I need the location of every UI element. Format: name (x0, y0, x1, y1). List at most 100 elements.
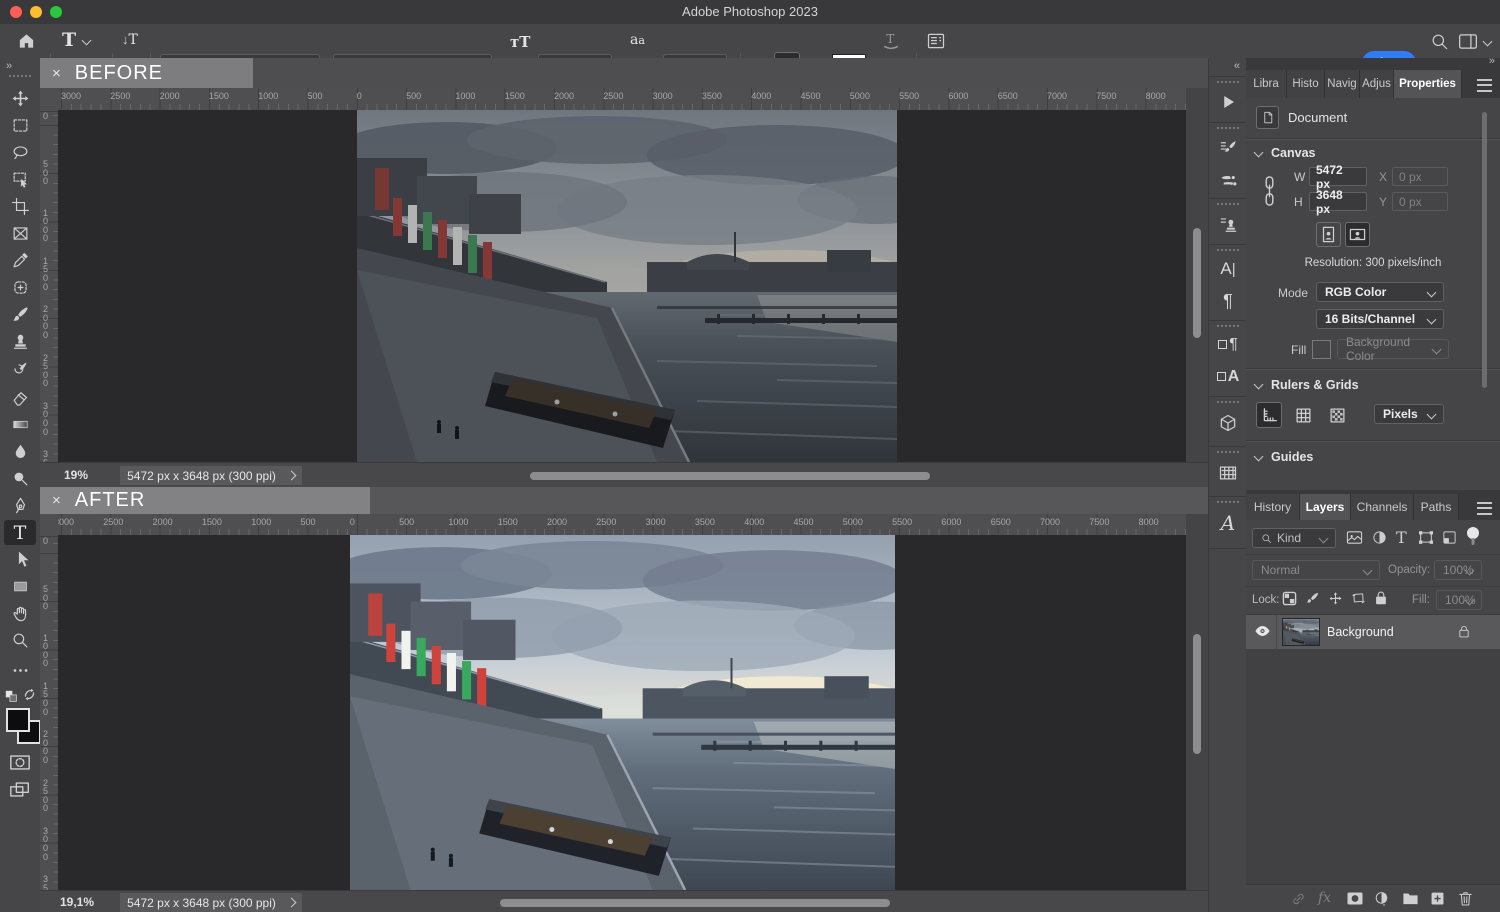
horizontal-ruler[interactable]: 3000250020001500100050005001000150020002… (58, 88, 1208, 111)
tab-properties[interactable]: Properties (1394, 70, 1462, 98)
filter-image-layers-button[interactable] (1346, 530, 1363, 550)
rectangular-marquee-tool[interactable] (4, 113, 36, 138)
gradient-tool[interactable] (4, 412, 36, 437)
after-horizontal-scroll-thumb[interactable] (500, 899, 890, 907)
tab-paths[interactable]: Paths (1414, 494, 1459, 520)
collapse-panels-icon[interactable]: » (1489, 55, 1494, 67)
layer-thumbnail[interactable] (1283, 619, 1319, 645)
default-colors-button[interactable] (5, 690, 18, 708)
ruler-origin-corner[interactable] (40, 88, 59, 111)
lasso-tool[interactable] (4, 140, 36, 165)
actions-panel-button[interactable] (1212, 86, 1244, 118)
portrait-orientation-button[interactable] (1316, 222, 1341, 247)
foreground-color-swatch[interactable] (6, 708, 30, 732)
tab-channels[interactable]: Channels (1351, 494, 1414, 520)
tab-libraries[interactable]: Libra (1246, 70, 1287, 98)
brush-tool[interactable] (4, 302, 36, 327)
after-vertical-scroll-thumb[interactable] (1193, 634, 1201, 754)
filter-smart-objects-button[interactable] (1442, 530, 1457, 550)
crop-tool[interactable] (4, 194, 36, 219)
character-styles-panel-button[interactable]: A (1212, 362, 1244, 392)
clone-stamp-tool[interactable] (4, 329, 36, 354)
brush-settings-panel-button[interactable] (1212, 132, 1244, 162)
edit-toolbar-button[interactable] (4, 658, 36, 683)
blur-tool[interactable] (4, 439, 36, 464)
landscape-orientation-button[interactable] (1345, 222, 1370, 247)
path-selection-tool[interactable] (4, 547, 36, 572)
paragraph-styles-panel-button[interactable]: ¶ (1212, 330, 1244, 360)
height-input[interactable]: 3648 px (1309, 192, 1367, 211)
layer-visibility-toggle[interactable] (1254, 624, 1271, 643)
expand-dock-icon[interactable]: « (1234, 60, 1239, 72)
type-tool-preset[interactable]: T (62, 29, 90, 51)
guides-section-header[interactable]: Guides (1255, 450, 1313, 464)
canvas-fill-swatch[interactable] (1312, 340, 1331, 359)
swap-colors-button[interactable] (23, 688, 36, 706)
filter-shape-layers-button[interactable] (1418, 530, 1434, 550)
after-canvas-area[interactable] (58, 535, 1186, 890)
width-input[interactable]: 5472 px (1309, 167, 1367, 186)
properties-scrollbar[interactable] (1482, 112, 1487, 388)
home-button[interactable] (16, 31, 37, 56)
before-canvas-area[interactable] (58, 110, 1186, 462)
layer-filter-kind-select[interactable]: Kind (1252, 528, 1336, 548)
zoom-tool[interactable] (4, 628, 36, 653)
link-dimensions-button[interactable] (1262, 174, 1277, 213)
search-button[interactable] (1430, 32, 1449, 56)
lock-pixels-button[interactable] (1305, 591, 1320, 611)
glyphs-panel-button[interactable]: A (1212, 506, 1244, 540)
after-vertical-scroll-track[interactable] (1186, 514, 1208, 890)
layer-lock-badge[interactable] (1458, 624, 1470, 644)
ruler-units-select[interactable]: Pixels (1374, 404, 1444, 424)
dodge-tool[interactable] (4, 466, 36, 491)
after-photo[interactable] (350, 535, 895, 890)
close-tab-icon[interactable]: × (52, 65, 61, 82)
character-panel-button[interactable]: A| (1212, 254, 1244, 284)
hand-tool[interactable] (4, 601, 36, 626)
after-dimensions-box[interactable]: 5472 px x 3648 px (300 ppi) (120, 893, 302, 912)
vertical-ruler[interactable]: 0500100015002000250030003500 (40, 535, 59, 890)
3d-panel-button[interactable] (1212, 406, 1244, 440)
move-tool[interactable] (4, 86, 36, 111)
new-layer-button[interactable] (1430, 891, 1445, 911)
object-selection-tool[interactable] (4, 167, 36, 192)
layer-list-empty-area[interactable] (1246, 649, 1500, 884)
canvas-section-header[interactable]: Canvas (1255, 146, 1315, 160)
toggle-panels-button[interactable] (926, 31, 946, 56)
paragraph-panel-button[interactable]: ¶ (1212, 286, 1244, 316)
layer-name[interactable]: Background (1327, 625, 1394, 639)
lock-position-button[interactable] (1328, 591, 1343, 611)
eraser-tool[interactable] (4, 385, 36, 410)
before-dimensions-box[interactable]: 5472 px x 3648 px (300 ppi) (120, 466, 302, 485)
vertical-ruler[interactable]: 0500100015002000250030003500 (40, 110, 59, 462)
lock-all-button[interactable] (1374, 590, 1388, 611)
color-mode-select[interactable]: RGB Color (1316, 282, 1444, 302)
frame-tool[interactable] (4, 221, 36, 246)
text-orientation-button[interactable]: ↓T (122, 32, 138, 48)
panel-menu-button[interactable] (1477, 79, 1492, 92)
filter-type-layers-button[interactable]: T (1396, 528, 1407, 547)
after-zoom-level[interactable]: 19,1% (60, 895, 94, 909)
link-layers-button[interactable] (1290, 891, 1307, 912)
timeline-panel-button[interactable] (1212, 456, 1244, 490)
after-document-tab[interactable]: × AFTER (40, 487, 370, 514)
horizontal-ruler[interactable]: 3000250020001500100050005001000150020002… (58, 514, 1208, 536)
eyedropper-tool[interactable] (4, 248, 36, 273)
type-tool[interactable]: T (4, 520, 36, 545)
toggle-rulers-button[interactable] (1256, 402, 1282, 428)
rulers-grids-section-header[interactable]: Rulers & Grids (1255, 378, 1359, 392)
tab-layers[interactable]: Layers (1300, 494, 1351, 520)
layers-menu-button[interactable] (1477, 502, 1492, 515)
layer-row-background[interactable]: Background (1246, 615, 1500, 649)
lock-transparency-button[interactable] (1282, 591, 1297, 611)
warp-text-button[interactable]: T (880, 30, 902, 57)
filter-adjustment-layers-button[interactable] (1372, 530, 1387, 550)
bit-depth-select[interactable]: 16 Bits/Channel (1316, 309, 1444, 329)
lock-artboard-button[interactable] (1351, 591, 1366, 611)
pen-tool[interactable] (4, 493, 36, 518)
tab-history[interactable]: History (1246, 494, 1300, 520)
quick-mask-button[interactable] (9, 754, 31, 776)
tab-navigator[interactable]: Navig (1325, 70, 1360, 98)
before-horizontal-scroll-thumb[interactable] (530, 472, 930, 480)
tab-adjustments[interactable]: Adjus (1360, 70, 1394, 98)
